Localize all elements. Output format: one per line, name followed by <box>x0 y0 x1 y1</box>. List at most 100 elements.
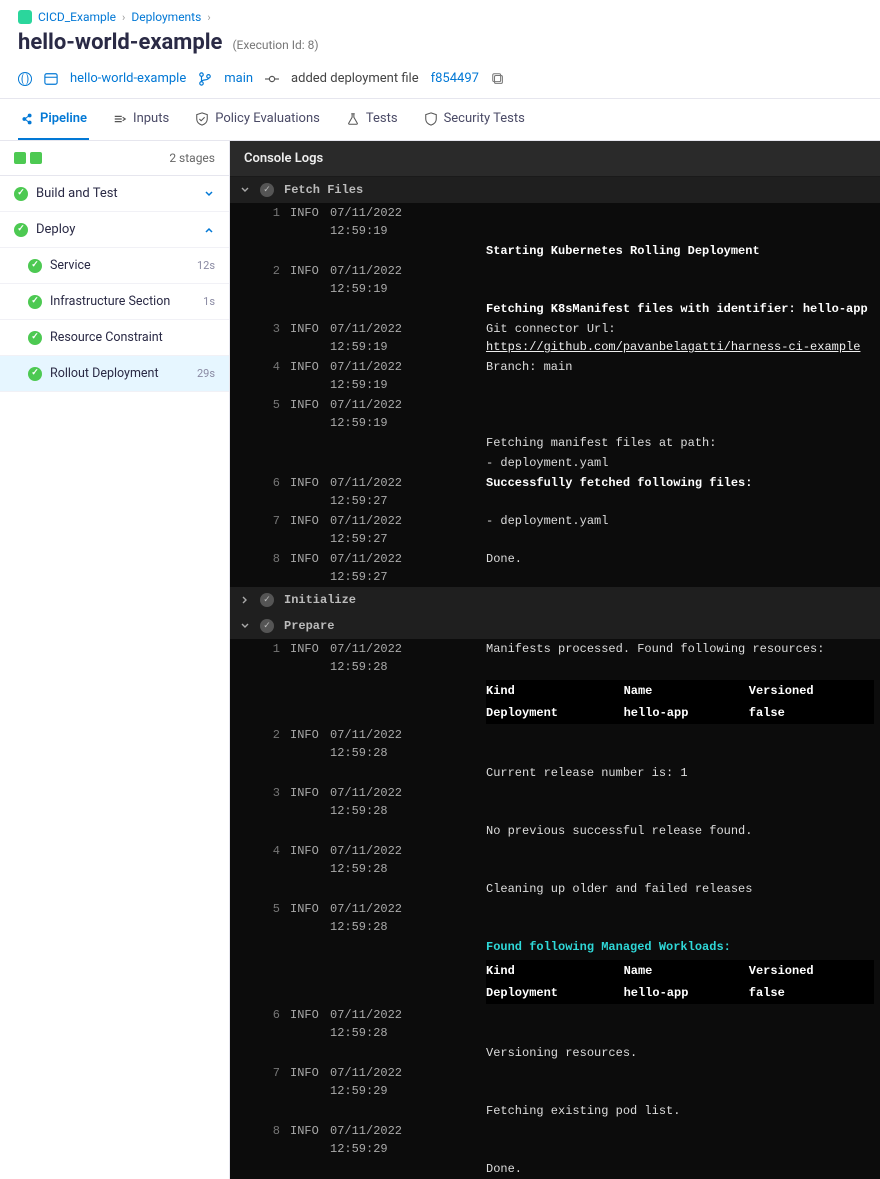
stage-label: Deploy <box>36 222 75 237</box>
log-line: Fetching K8sManifest files with identifi… <box>230 299 880 319</box>
stage-build-and-test[interactable]: Build and Test <box>0 176 229 212</box>
section-fetch-files[interactable]: Fetch Files <box>230 177 880 203</box>
pipeline-icon <box>44 72 58 86</box>
tab-pipeline[interactable]: Pipeline <box>18 99 89 140</box>
check-icon <box>14 187 28 201</box>
inputs-icon <box>113 112 127 126</box>
caret-down-icon <box>240 621 250 631</box>
check-icon <box>28 295 42 309</box>
step-label: Resource Constraint <box>50 330 163 345</box>
globe-icon[interactable] <box>18 72 32 86</box>
shield-icon <box>195 112 209 126</box>
stage-block-icon <box>14 152 26 164</box>
log-line: Found following Managed Workloads: <box>230 937 880 957</box>
log-line: Fetching manifest files at path: <box>230 433 880 453</box>
execution-id: (Execution Id: 8) <box>232 38 318 52</box>
stage-summary: 2 stages <box>0 141 229 176</box>
caret-down-icon <box>240 185 250 195</box>
security-icon <box>424 112 438 126</box>
console-title: Console Logs <box>230 141 880 177</box>
step-time: 12s <box>197 259 215 272</box>
log-line: 5INFO07/11/2022 12:59:28 <box>230 899 880 937</box>
tab-policy[interactable]: Policy Evaluations <box>193 99 322 140</box>
check-icon <box>28 331 42 345</box>
metabar: hello-world-example main added deploymen… <box>0 67 880 98</box>
log-line: 8INFO07/11/2022 12:59:29 <box>230 1121 880 1159</box>
log-line: - deployment.yaml <box>230 453 880 473</box>
chevron-down-icon <box>203 188 215 200</box>
metabar-commit-msg: added deployment file <box>291 71 419 86</box>
log-line: 6INFO07/11/2022 12:59:27Successfully fet… <box>230 473 880 511</box>
tab-security[interactable]: Security Tests <box>422 99 527 140</box>
log-line: 4INFO07/11/2022 12:59:19Branch: main <box>230 357 880 395</box>
section-prepare[interactable]: Prepare <box>230 613 880 639</box>
log-line: 3INFO07/11/2022 12:59:28 <box>230 783 880 821</box>
title-row: hello-world-example (Execution Id: 8) <box>0 28 880 67</box>
log-line: 8INFO07/11/2022 12:59:27Done. <box>230 549 880 587</box>
log-line: 2INFO07/11/2022 12:59:19 <box>230 261 880 299</box>
step-service[interactable]: Service 12s <box>0 248 229 284</box>
breadcrumb: CICD_Example › Deployments › <box>0 0 880 28</box>
chevron-up-icon <box>203 224 215 236</box>
stage-block-icon <box>30 152 42 164</box>
step-resource-constraint[interactable]: Resource Constraint <box>0 320 229 356</box>
check-icon <box>260 593 274 607</box>
flask-icon <box>346 112 360 126</box>
step-rollout-deployment[interactable]: Rollout Deployment 29s <box>0 356 229 392</box>
log-line: 3INFO07/11/2022 12:59:19Git connector Ur… <box>230 319 880 357</box>
project-icon <box>18 10 32 24</box>
metabar-pipeline-link[interactable]: hello-world-example <box>70 71 186 86</box>
stage-label: Build and Test <box>36 186 118 201</box>
tab-label: Tests <box>366 111 398 126</box>
tab-inputs[interactable]: Inputs <box>111 99 171 140</box>
breadcrumb-project[interactable]: CICD_Example <box>38 10 116 24</box>
step-label: Rollout Deployment <box>50 366 159 381</box>
check-icon <box>14 223 28 237</box>
log-line: 1INFO07/11/2022 12:59:28Manifests proces… <box>230 639 880 677</box>
console-panel: Console Logs Fetch Files 1INFO07/11/2022… <box>230 141 880 1179</box>
log-line: 7INFO07/11/2022 12:59:27- deployment.yam… <box>230 511 880 549</box>
stage-deploy[interactable]: Deploy <box>0 212 229 248</box>
commit-icon <box>265 72 279 86</box>
branch-icon <box>198 72 212 86</box>
step-label: Infrastructure Section <box>50 294 170 309</box>
copy-icon[interactable] <box>491 72 505 86</box>
tab-tests[interactable]: Tests <box>344 99 400 140</box>
log-line: 1INFO07/11/2022 12:59:19 <box>230 203 880 241</box>
log-line: 6INFO07/11/2022 12:59:28 <box>230 1005 880 1043</box>
log-line: Fetching existing pod list. <box>230 1101 880 1121</box>
stage-count: 2 stages <box>169 151 215 165</box>
log-line: Versioning resources. <box>230 1043 880 1063</box>
page-title: hello-world-example <box>18 30 222 55</box>
breadcrumb-deployments[interactable]: Deployments <box>131 10 201 24</box>
tab-label: Inputs <box>133 111 169 126</box>
metabar-commit-hash[interactable]: f854497 <box>431 71 479 86</box>
section-initialize[interactable]: Initialize <box>230 587 880 613</box>
section-label: Initialize <box>284 593 356 607</box>
check-icon <box>260 183 274 197</box>
log-table: KindNameVersionedDeploymenthello-appfals… <box>230 677 880 725</box>
log-line: 4INFO07/11/2022 12:59:28 <box>230 841 880 879</box>
log-line: Current release number is: 1 <box>230 763 880 783</box>
step-label: Service <box>50 258 91 273</box>
step-time: 29s <box>197 367 215 380</box>
check-icon <box>28 367 42 381</box>
step-infra[interactable]: Infrastructure Section 1s <box>0 284 229 320</box>
chevron-right-icon: › <box>122 11 125 24</box>
log-line: 5INFO07/11/2022 12:59:19 <box>230 395 880 433</box>
metabar-branch[interactable]: main <box>224 71 253 86</box>
log-line: No previous successful release found. <box>230 821 880 841</box>
step-time: 1s <box>203 295 215 308</box>
chevron-right-icon: › <box>207 11 210 24</box>
caret-right-icon <box>240 595 250 605</box>
log-line: 2INFO07/11/2022 12:59:28 <box>230 725 880 763</box>
check-icon <box>260 619 274 633</box>
log-line: Cleaning up older and failed releases <box>230 879 880 899</box>
pipeline-tab-icon <box>20 112 34 126</box>
log-line: Done. <box>230 1159 880 1179</box>
stage-panel: 2 stages Build and Test Deploy Service 1… <box>0 141 230 1179</box>
log-table: KindNameVersionedDeploymenthello-appfals… <box>230 957 880 1005</box>
tab-label: Pipeline <box>40 111 87 126</box>
tab-label: Security Tests <box>444 111 525 126</box>
tab-label: Policy Evaluations <box>215 111 320 126</box>
